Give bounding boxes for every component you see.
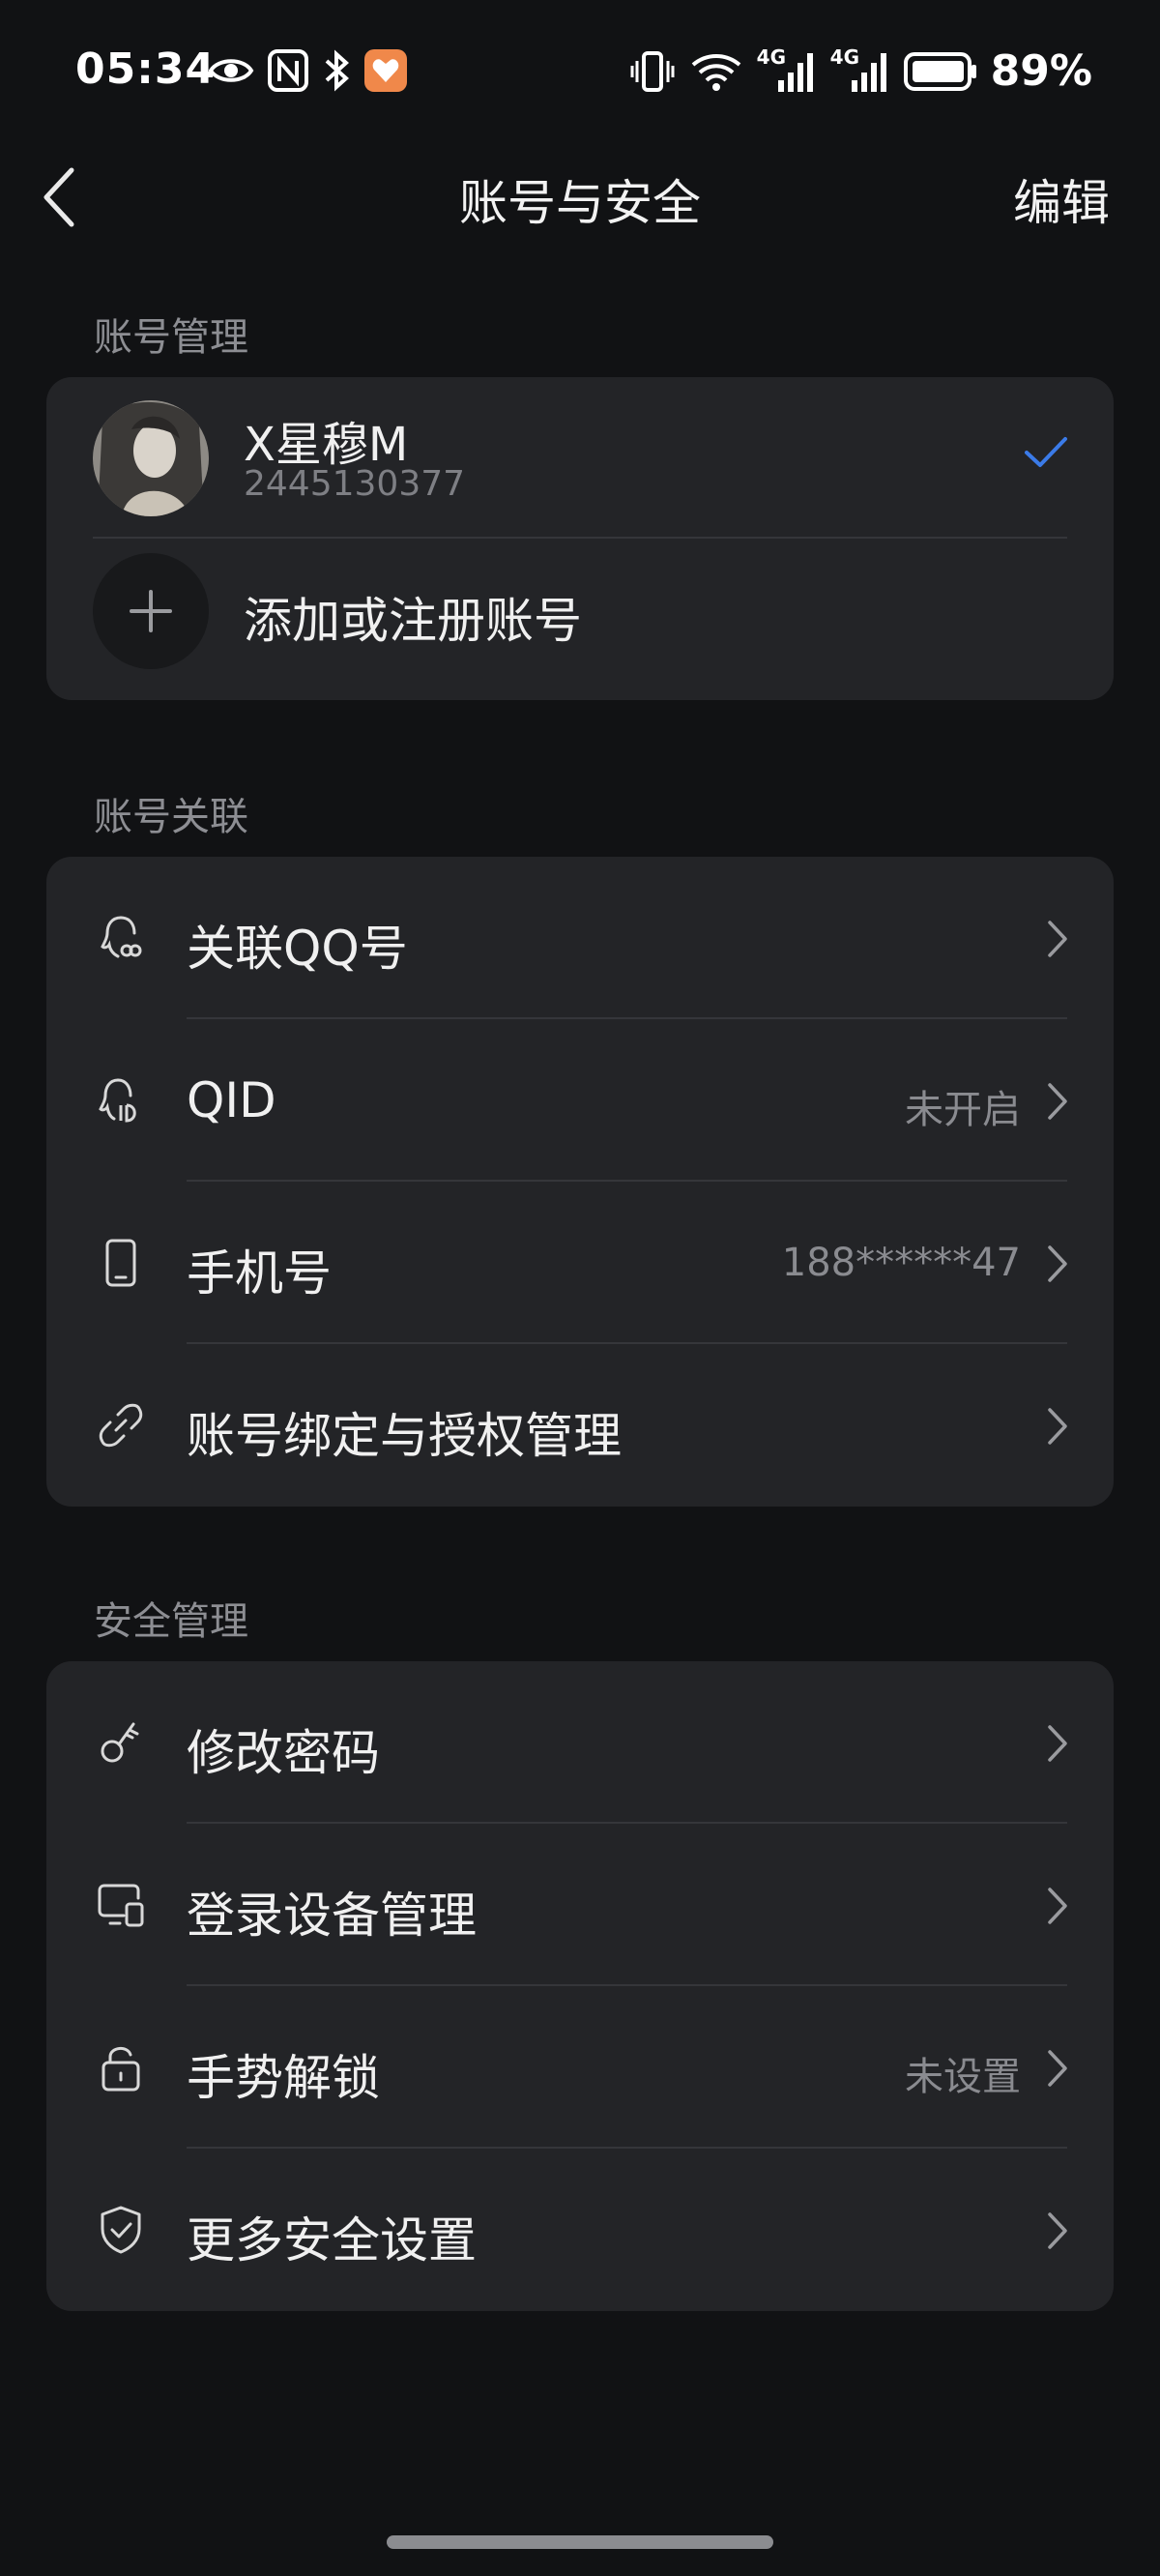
chevron-right-icon [1048,1888,1067,1924]
list-item-login-devices[interactable]: 登录设备管理 [46,1824,1114,1986]
add-account-label: 添加或注册账号 [244,593,582,649]
chevron-right-icon [1048,1245,1067,1282]
page-title: 账号与安全 [459,175,701,231]
status-time: 05:34 [75,44,217,94]
row-value: 未开启 [905,1088,1021,1132]
plus-icon [130,590,172,632]
edit-button[interactable]: 编辑 [1013,164,1110,234]
signal-bars-icon [777,52,813,92]
qid-icon [99,1078,136,1123]
home-indicator[interactable] [387,2535,773,2549]
devices-icon [98,1884,144,1927]
check-icon [1025,437,1067,467]
section-label-security-management: 安全管理 [94,1599,248,1644]
avatar-image [93,400,209,516]
chevron-right-icon [1048,921,1067,957]
list-item-gesture-unlock[interactable]: 手势解锁 未设置 [46,1986,1114,2149]
list-item-change-password[interactable]: 修改密码 [46,1661,1114,1824]
account-id: 2445130377 [244,464,466,504]
chevron-right-icon [1048,1725,1067,1762]
status-left-icons [207,46,408,95]
vibrate-icon [630,50,675,92]
shield-check-icon [101,2206,141,2254]
qq-link-icon [101,916,142,958]
list-item-more-security[interactable]: 更多安全设置 [46,2149,1114,2311]
current-account-row[interactable]: X星穆M 2445130377 [46,377,1114,538]
phone-icon [105,1239,136,1287]
row-label: QID [187,1072,276,1128]
account-links-card: 关联QQ号 QID 未开启 手机号 188******47 账号绑定与授权管理 [46,857,1114,1507]
row-label: 手机号 [187,1245,332,1302]
wifi-icon [691,53,740,91]
list-item-phone[interactable]: 手机号 188******47 [46,1182,1114,1344]
add-account-circle [93,553,209,669]
chevron-right-icon [1048,2050,1067,2087]
nfc-icon [268,49,308,92]
battery-percent: 89% [990,46,1092,96]
row-label: 更多安全设置 [187,2212,477,2269]
chevron-right-icon [1048,1408,1067,1445]
add-account-row[interactable]: 添加或注册账号 [46,540,1114,700]
row-label: 登录设备管理 [187,1888,477,1944]
status-bar: 05:34 4G 4G 89% [0,0,1160,145]
app-notification-icon [364,49,407,92]
divider [93,537,1067,539]
account-card: X星穆M 2445130377 添加或注册账号 [46,377,1114,700]
section-label-account-management: 账号管理 [94,315,248,360]
avatar [93,400,209,516]
chevron-right-icon [1048,1083,1067,1120]
status-right-icons: 4G 4G 89% [629,45,1092,96]
section-label-account-links: 账号关联 [94,795,248,839]
list-item-qid[interactable]: QID 未开启 [46,1019,1114,1182]
row-label: 账号绑定与授权管理 [187,1408,622,1464]
lock-icon [102,2047,140,2092]
list-item-bindings[interactable]: 账号绑定与授权管理 [46,1344,1114,1507]
list-item-link-qq[interactable]: 关联QQ号 [46,857,1114,1019]
row-value: 188******47 [781,1241,1021,1285]
battery-icon [903,51,976,91]
bluetooth-icon [325,49,349,92]
signal-1: 4G [757,45,817,94]
row-label: 关联QQ号 [187,921,408,977]
row-label: 修改密码 [187,1725,380,1781]
row-label: 手势解锁 [187,2050,380,2106]
signal-bars-icon [851,52,886,92]
eye-icon [208,59,254,82]
signal-2: 4G [830,45,890,94]
security-card: 修改密码 登录设备管理 手势解锁 未设置 更多安全设置 [46,1661,1114,2311]
link-chain-icon [99,1403,143,1448]
row-value: 未设置 [905,2055,1021,2099]
top-nav-bar: 账号与安全 编辑 [0,145,1160,251]
key-icon [101,1722,139,1763]
chevron-right-icon [1048,2212,1067,2249]
